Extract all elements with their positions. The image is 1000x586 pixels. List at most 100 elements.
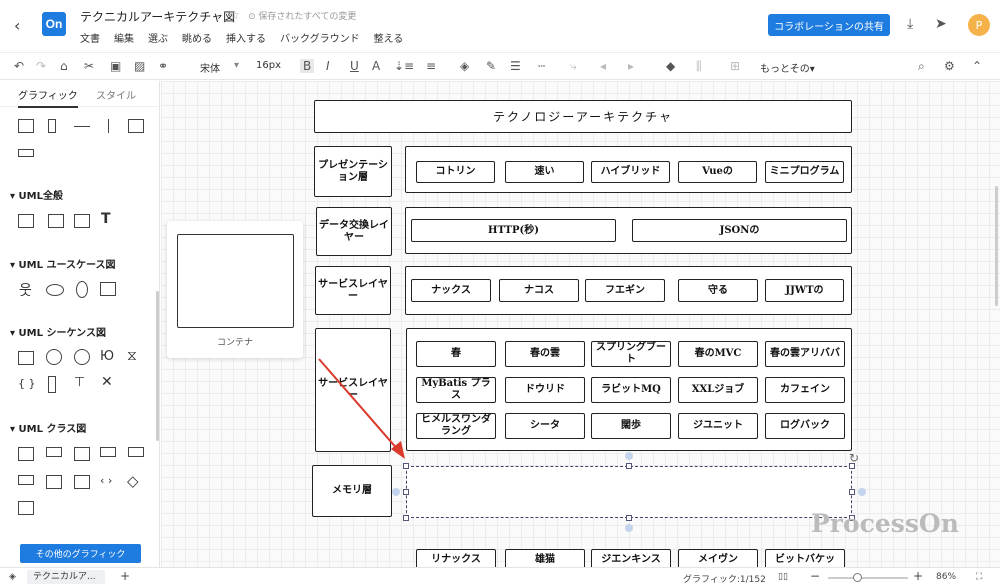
fill-icon[interactable]: ◈ <box>460 59 469 73</box>
line-width-icon[interactable]: ☰ <box>510 59 521 73</box>
settings-icon[interactable]: ⚙ <box>944 59 955 73</box>
chevron-left-icon[interactable]: ‹ <box>14 16 20 35</box>
diagram-title-box[interactable]: テクノロジーアーキテクチャ <box>314 100 852 133</box>
tab-style[interactable]: スタイル <box>96 87 136 102</box>
tech-box[interactable]: 春のMVC <box>678 341 758 367</box>
distribute-icon[interactable]: ⫼ <box>696 59 702 74</box>
text-shape-icon[interactable]: T <box>101 211 111 227</box>
menu-item-arrange[interactable]: 整える <box>374 30 404 45</box>
destroy-shape-icon[interactable]: ✕ <box>101 374 113 390</box>
tech-box[interactable]: ログバック <box>765 413 845 439</box>
folder-shape-icon[interactable] <box>48 214 64 228</box>
redo-icon[interactable]: ↷ <box>36 59 46 73</box>
line-color-icon[interactable]: ✎ <box>486 59 496 73</box>
undo-icon[interactable]: ↶ <box>14 59 24 73</box>
tech-box[interactable]: リナックス <box>416 549 496 567</box>
diamond-shape-icon[interactable]: ◇ <box>127 472 139 490</box>
layer-presentation[interactable]: プレゼンテーション層 <box>314 146 392 197</box>
tech-box[interactable]: MyBatis プラス <box>416 377 496 403</box>
tab-graphics[interactable]: グラフィック <box>18 87 78 108</box>
package-shape-icon[interactable] <box>18 214 34 228</box>
avatar[interactable]: P <box>968 14 990 36</box>
canvas-scrollbar[interactable] <box>995 186 998 306</box>
tech-box[interactable]: 春の雲アリババ <box>765 341 845 367</box>
menu-item-document[interactable]: 文書 <box>80 30 100 45</box>
tech-box[interactable]: ビットバケッ <box>765 549 845 567</box>
tech-box[interactable]: ナコス <box>499 279 579 302</box>
book-icon[interactable]: ▯▯ <box>778 572 788 582</box>
add-page-button[interactable]: + <box>120 569 130 583</box>
document-title[interactable]: テクニカルアーキテクチャ図 <box>80 8 235 25</box>
lifeline-shape-icon[interactable]: ⊤ <box>74 375 85 390</box>
zoom-level[interactable]: 86% <box>936 572 956 582</box>
table-shape-icon[interactable] <box>18 119 34 133</box>
tech-box[interactable]: JJWTの <box>765 279 844 302</box>
tech-box[interactable]: Vueの <box>678 161 757 183</box>
more-menu[interactable]: もっとその▾ <box>760 60 815 75</box>
font-color-icon[interactable]: A <box>372 59 380 73</box>
zoom-in-icon[interactable]: + <box>913 569 923 583</box>
system-shape-icon[interactable] <box>100 282 116 296</box>
resize-handle[interactable] <box>849 489 855 495</box>
zoom-slider-track[interactable] <box>828 577 908 579</box>
tech-box[interactable]: 春 <box>416 341 496 367</box>
arrow-start-icon[interactable]: ◂ <box>600 59 606 73</box>
layers-icon[interactable]: ◈ <box>9 572 16 582</box>
resize-handle[interactable] <box>626 515 632 521</box>
font-family-select[interactable]: 宋体 <box>200 60 220 75</box>
section-uml-sequence[interactable]: ▾ UML シーケンス図 <box>10 324 106 339</box>
tech-box[interactable]: 守る <box>678 279 758 302</box>
connection-point[interactable] <box>625 452 633 460</box>
align-icon[interactable]: ≡ <box>426 59 436 73</box>
menu-item-insert[interactable]: 挿入する <box>226 30 266 45</box>
canvas[interactable]: コンテナ テクノロジーアーキテクチャ プレゼンテーション層 データ交換レイヤー … <box>161 81 1000 567</box>
interface-shape-icon[interactable] <box>46 447 62 457</box>
connection-point[interactable] <box>858 488 866 496</box>
menu-item-view[interactable]: 眺める <box>182 30 212 45</box>
tech-box[interactable]: ナックス <box>411 279 491 302</box>
tech-box[interactable]: XXLジョブ <box>678 377 758 403</box>
zoom-slider-knob[interactable] <box>853 573 862 582</box>
abstract-shape-icon[interactable] <box>100 447 116 457</box>
selected-memory-container[interactable] <box>406 466 852 518</box>
control-shape-icon[interactable] <box>74 349 90 365</box>
format-painter-icon[interactable]: ⌂ <box>60 59 68 73</box>
underline-icon[interactable]: U <box>350 59 359 73</box>
tech-box[interactable]: ジエンキンス <box>591 549 671 567</box>
tech-box[interactable]: 雄猫 <box>505 549 585 567</box>
actor-shape-icon[interactable]: 웃 <box>19 280 32 300</box>
tech-box[interactable]: ハイブリッド <box>591 161 670 183</box>
download-icon[interactable]: ⤓ <box>907 16 913 32</box>
bar-shape-icon[interactable] <box>18 149 34 157</box>
group-icon[interactable]: ⊞ <box>730 59 740 73</box>
menu-item-select[interactable]: 選ぶ <box>148 30 168 45</box>
fullscreen-icon[interactable]: ⛶ <box>976 572 982 582</box>
tech-box[interactable]: ラビットMQ <box>591 377 671 403</box>
entity-shape-icon[interactable] <box>46 349 62 365</box>
layers-icon[interactable]: ◆ <box>666 59 675 73</box>
resize-handle[interactable] <box>403 489 409 495</box>
menu-item-background[interactable]: バックグラウンド <box>280 30 360 45</box>
datatype-shape-icon[interactable] <box>128 447 144 457</box>
resize-handle[interactable] <box>626 463 632 469</box>
tech-box[interactable]: ドウリド <box>505 377 585 403</box>
star-icon[interactable]: ☆ <box>229 8 240 22</box>
hourglass-shape-icon[interactable]: ⧖ <box>127 348 137 364</box>
note-shape-icon[interactable] <box>74 214 90 228</box>
chevron-down-icon[interactable]: ▾ <box>234 60 239 71</box>
resize-handle[interactable] <box>403 463 409 469</box>
column-shape-icon[interactable] <box>48 119 56 133</box>
tech-box[interactable]: メイヴン <box>678 549 758 567</box>
usecase-shape-icon[interactable] <box>46 284 64 296</box>
tech-box[interactable]: フエギン <box>585 279 665 302</box>
connection-point[interactable] <box>392 488 400 496</box>
send-icon[interactable]: ➤ <box>935 16 947 32</box>
menu-item-edit[interactable]: 編集 <box>114 30 134 45</box>
tech-box[interactable]: 春の雲 <box>505 341 585 367</box>
italic-icon[interactable]: I <box>326 59 330 73</box>
list-shape-icon[interactable] <box>128 119 144 133</box>
tech-box[interactable]: 速い <box>505 161 584 183</box>
collapse-icon[interactable]: ⌃ <box>972 59 982 73</box>
vertical-line-shape-icon[interactable] <box>108 119 109 133</box>
activation-shape-icon[interactable] <box>48 376 56 393</box>
